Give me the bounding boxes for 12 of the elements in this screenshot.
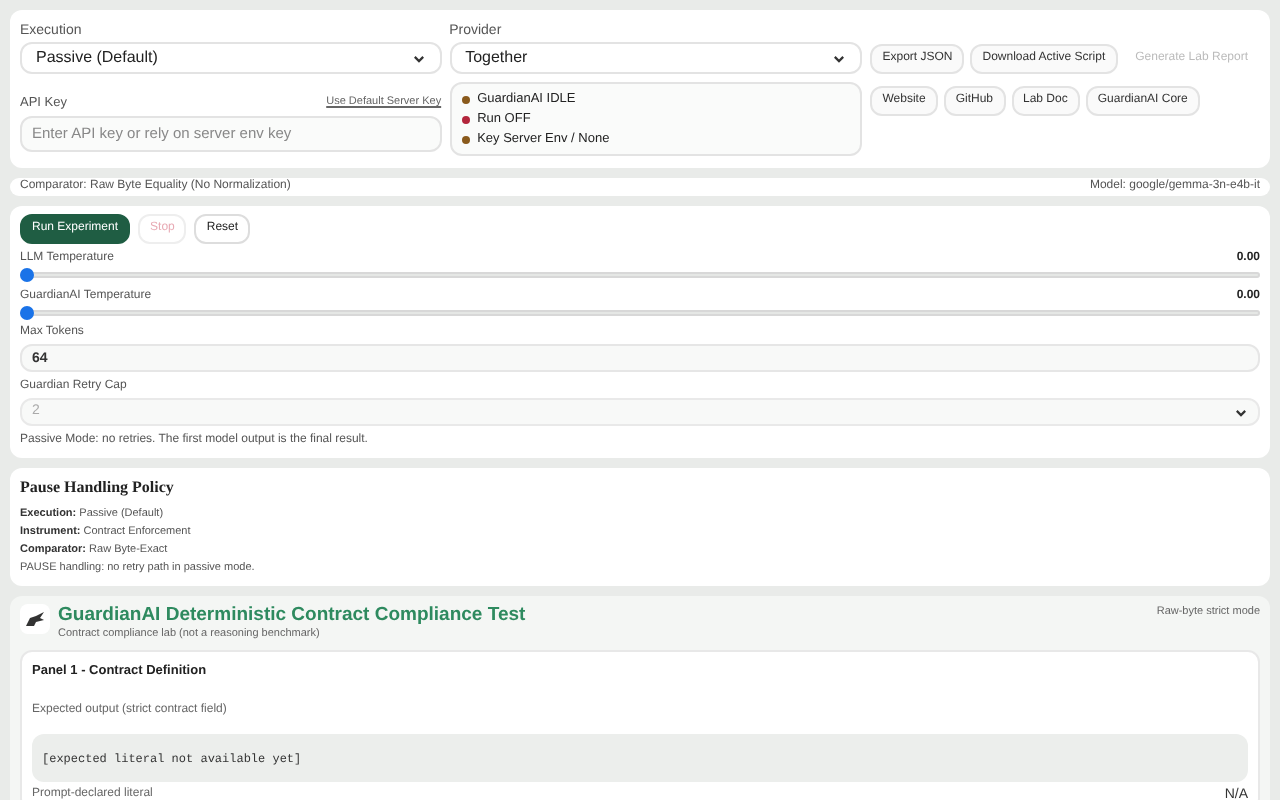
test-title: GuardianAI Deterministic Contract Compliance Test: [58, 604, 528, 626]
slider-thumb[interactable]: [20, 268, 34, 282]
chevron-down-icon: [411, 51, 426, 65]
logo-icon: [20, 604, 50, 634]
policy-title: Pause Handling Policy: [20, 476, 176, 500]
execution-select[interactable]: Passive (Default): [20, 42, 442, 74]
chevron-down-icon: [1234, 405, 1248, 419]
slider-thumb[interactable]: [20, 306, 34, 320]
slider-track[interactable]: [20, 306, 1260, 320]
chevron-down-icon: [832, 51, 847, 65]
provider-select[interactable]: Together: [449, 42, 863, 74]
slider-track[interactable]: [20, 268, 1260, 282]
